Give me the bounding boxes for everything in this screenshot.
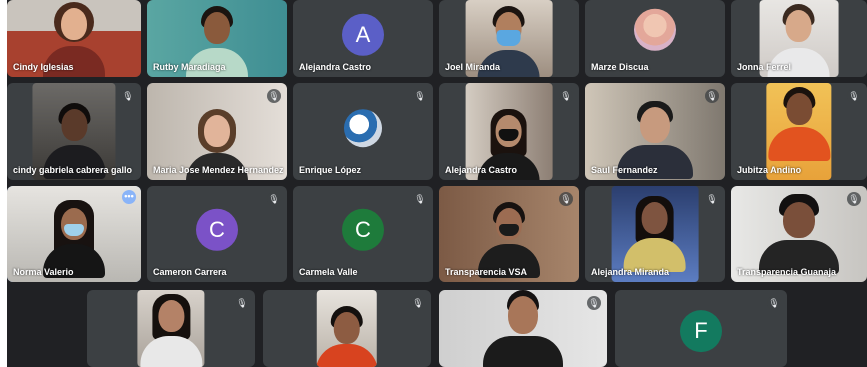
participant-tile-saul-fernandez[interactable]: 🎙 Saul Fernandez — [585, 83, 725, 180]
mic-off-icon: 🎙 — [267, 89, 281, 103]
participant-tile-alejandra-miranda[interactable]: 🎙 Alejandra Miranda — [585, 186, 725, 282]
mic-off-icon: 🎙 — [235, 296, 249, 310]
mic-off-icon: 🎙 — [705, 89, 719, 103]
participant-name: Marze Discua — [591, 62, 649, 72]
participant-tile-row4-2[interactable]: 🎙 — [263, 290, 431, 367]
participant-name: Alejandra Castro — [445, 165, 518, 175]
participant-tile-rutby-maradiaga[interactable]: Rutby Maradiaga — [147, 0, 287, 77]
mic-off-icon: 🎙 — [847, 192, 861, 206]
mic-off-icon: 🎙 — [121, 89, 135, 103]
participant-name: Alejandra Castro — [299, 62, 372, 72]
participant-video — [316, 290, 378, 367]
participant-video — [439, 290, 607, 367]
participant-tile-norma-valerio[interactable]: ••• Norma Valerio — [7, 186, 141, 282]
participant-tile-cindy-gabriela[interactable]: 🎙 cindy gabriela cabrera gallo — [7, 83, 141, 180]
participant-tile-alejandra-castro[interactable]: A Alejandra Castro — [293, 0, 433, 77]
participant-name: Cindy Iglesias — [13, 62, 74, 72]
more-options-icon[interactable]: ••• — [122, 190, 136, 204]
participant-name: Cameron Carrera — [153, 267, 227, 277]
participant-tile-cindy-iglesias[interactable]: Cindy Iglesias — [7, 0, 141, 77]
participant-tile-cameron-carrera[interactable]: C 🎙 Cameron Carrera — [147, 186, 287, 282]
participant-tile-jonna[interactable]: Jonna Ferrel — [731, 0, 867, 77]
participant-name: cindy gabriela cabrera gallo — [13, 165, 133, 175]
participant-tile-row4-3[interactable]: 🎙 — [439, 290, 607, 367]
mic-off-icon: 🎙 — [847, 89, 861, 103]
participant-avatar: F — [680, 309, 722, 352]
participant-tile-transparencia-vsa[interactable]: 🎙 Transparencia VSA — [439, 186, 579, 282]
participant-avatar: A — [342, 13, 384, 56]
participant-name: Transparencia VSA — [445, 267, 528, 277]
participant-avatar: C — [342, 208, 384, 251]
participant-tile-f[interactable]: F 🎙 — [615, 290, 787, 367]
mic-off-icon: 🎙 — [587, 296, 601, 310]
mic-off-icon: 🎙 — [411, 296, 425, 310]
participant-name: Rutby Maradiaga — [153, 62, 226, 72]
participant-name: Jubitza Andino — [737, 165, 802, 175]
participant-video — [137, 290, 205, 367]
participant-logo — [344, 108, 382, 147]
mic-off-icon: 🎙 — [413, 89, 427, 103]
participant-name: Transparencia Guanaja — [737, 267, 837, 277]
participant-name: Saul Fernandez — [591, 165, 658, 175]
mic-off-icon: 🎙 — [705, 192, 719, 206]
participant-name: Carmela Valle — [299, 267, 358, 277]
participant-name: Norma Valerio — [13, 267, 74, 277]
participant-tile-jubitza-andino[interactable]: 🎙 Jubitza Andino — [731, 83, 867, 180]
participant-name: Joel Miranda — [445, 62, 501, 72]
participant-tile-marze-discua[interactable]: Marze Discua — [585, 0, 725, 77]
participant-avatar: C — [196, 208, 238, 251]
participant-name: Alejandra Miranda — [591, 267, 670, 277]
mic-off-icon: 🎙 — [267, 192, 281, 206]
participant-tile-enrique-lopez[interactable]: 🎙 Enrique López — [293, 83, 433, 180]
participant-tile-alejandra-castro-video[interactable]: 🎙 Alejandra Castro — [439, 83, 579, 180]
participant-tile-carmela-valle[interactable]: C 🎙 Carmela Valle — [293, 186, 433, 282]
mic-off-icon: 🎙 — [559, 89, 573, 103]
participant-name: Enrique López — [299, 165, 362, 175]
participant-tile-transparencia-guanaja[interactable]: 🎙 Transparencia Guanaja — [731, 186, 867, 282]
mic-off-icon: 🎙 — [559, 192, 573, 206]
mic-off-icon: 🎙 — [413, 192, 427, 206]
mic-off-icon: 🎙 — [767, 296, 781, 310]
participant-tile-maria-jose[interactable]: 🎙 Maria Jose Mendez Hernandez — [147, 83, 287, 180]
participant-name: Jonna Ferrel — [737, 62, 792, 72]
participant-avatar — [634, 8, 676, 51]
meeting-grid: Cindy Iglesias Rutby Maradiaga A Alejand… — [7, 0, 867, 367]
participant-name: Maria Jose Mendez Hernandez — [153, 165, 284, 175]
participant-tile-joel-miranda[interactable]: Joel Miranda — [439, 0, 579, 77]
participant-tile-row4-1[interactable]: 🎙 — [87, 290, 255, 367]
